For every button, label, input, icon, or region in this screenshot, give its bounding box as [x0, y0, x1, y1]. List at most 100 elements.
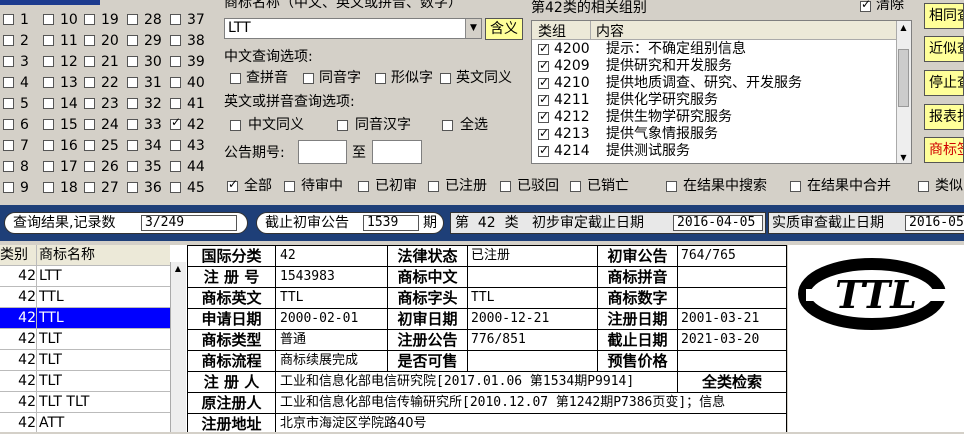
group-checkbox[interactable] [538, 74, 549, 91]
class-checkbox-12[interactable] [43, 56, 54, 67]
result-row[interactable]: 42 LTT [0, 266, 170, 287]
class-checkbox-44[interactable] [170, 161, 181, 172]
class-checkbox-13[interactable] [43, 77, 54, 88]
clear-checkbox[interactable] [860, 0, 871, 12]
class-checkbox-15[interactable] [43, 119, 54, 130]
prelim-cutoff-date: 2016-04-05 [673, 215, 763, 231]
class-checkbox-41[interactable] [170, 98, 181, 109]
class-checkbox-1[interactable] [3, 14, 14, 25]
class-checkbox-28[interactable] [127, 14, 138, 25]
class-checkbox-3[interactable] [3, 56, 14, 67]
issue-from-input[interactable] [298, 140, 347, 164]
class-checkbox-36[interactable] [127, 182, 138, 193]
side-action-button[interactable]: 停止查 [924, 70, 964, 96]
group-checkbox[interactable] [538, 142, 549, 159]
group-checkbox[interactable] [538, 125, 549, 142]
class-checkbox-2[interactable] [3, 35, 14, 46]
class-checkbox-11[interactable] [43, 35, 54, 46]
class-checkbox-23[interactable] [84, 98, 95, 109]
class-checkbox-43[interactable] [170, 140, 181, 151]
status-filter-checkbox[interactable] [428, 181, 439, 192]
dropdown-arrow-icon[interactable]: ▼ [465, 19, 481, 38]
class-checkbox-26[interactable] [84, 161, 95, 172]
class-checkbox-14[interactable] [43, 98, 54, 109]
cn-option-checkbox[interactable] [440, 73, 451, 84]
status-filter-label: 已销亡 [587, 178, 629, 194]
class-checkbox-42[interactable] [170, 115, 181, 130]
class-checkbox-32[interactable] [127, 98, 138, 109]
result-option-label: 类似 [935, 178, 963, 194]
result-list[interactable]: 类别 商标名称 42 LTT 42 TTL 42 TTL 42 TLT 42 TLT 42 TLT 42… [0, 245, 188, 432]
cn-option-checkbox[interactable] [230, 73, 241, 84]
class-checkbox-45[interactable] [170, 182, 181, 193]
status-filter-checkbox[interactable] [284, 181, 295, 192]
class-checkbox-4[interactable] [3, 77, 14, 88]
group-checkbox[interactable] [538, 108, 549, 125]
result-row[interactable]: 42 TLT TLT [0, 392, 170, 413]
trademark-name-input[interactable]: LTT ▼ [224, 18, 482, 39]
status-filter-checkbox[interactable] [227, 177, 238, 192]
group-checkbox[interactable] [538, 91, 549, 108]
cn-option-checkbox[interactable] [375, 73, 386, 84]
class-checkbox-31[interactable] [127, 77, 138, 88]
class-checkbox-30[interactable] [127, 56, 138, 67]
class-checkbox-5[interactable] [3, 98, 14, 109]
class-checkbox-22[interactable] [84, 77, 95, 88]
class-checkbox-7[interactable] [3, 140, 14, 151]
status-filter-checkbox[interactable] [570, 181, 581, 192]
class-checkbox-10[interactable] [43, 14, 54, 25]
class-checkbox-35[interactable] [127, 161, 138, 172]
status-filter-checkbox[interactable] [358, 181, 369, 192]
side-action-button[interactable]: 近似查 [924, 36, 964, 62]
class-checkbox-34[interactable] [127, 140, 138, 151]
result-list-scrollbar[interactable]: ▲ [170, 262, 186, 432]
class-checkbox-24[interactable] [84, 119, 95, 130]
class-checkbox-20[interactable] [84, 35, 95, 46]
class-checkbox-33[interactable] [127, 119, 138, 130]
full-search-button[interactable]: 全类检索 [678, 372, 786, 392]
result-row[interactable]: 42 TLT [0, 371, 170, 392]
class-checkbox-25[interactable] [84, 140, 95, 151]
result-row[interactable]: 42 TLT [0, 350, 170, 371]
class-checkbox-39[interactable] [170, 56, 181, 67]
result-row[interactable]: 42 TTL [0, 308, 170, 329]
issue-to-input[interactable] [372, 140, 422, 164]
scroll-thumb[interactable] [898, 49, 909, 107]
class-checkbox-40[interactable] [170, 77, 181, 88]
scroll-up-icon[interactable]: ▲ [172, 264, 184, 273]
cn-option-checkbox[interactable] [303, 73, 314, 84]
class-checkbox-16[interactable] [43, 140, 54, 151]
class-checkbox-38[interactable] [170, 35, 181, 46]
class-checkbox-19[interactable] [84, 14, 95, 25]
group-checkbox[interactable] [538, 57, 549, 74]
group-list[interactable]: 类组 内容 4200 提示：不确定组别信息 4209 提供研究和开发服务 4210 提供地… [531, 20, 912, 164]
class-checkbox-21[interactable] [84, 56, 95, 67]
class-checkbox-29[interactable] [127, 35, 138, 46]
class-checkbox-18[interactable] [43, 182, 54, 193]
result-row[interactable]: 42 TTL [0, 287, 170, 308]
en-option-checkbox[interactable] [337, 120, 348, 131]
side-action-button[interactable]: 报表打 [924, 104, 964, 130]
meaning-button[interactable]: 含义 [485, 18, 523, 40]
en-option-checkbox[interactable] [442, 120, 453, 131]
class-label: 37 [187, 12, 205, 28]
class-checkbox-8[interactable] [3, 161, 14, 172]
group-list-scrollbar[interactable]: ▲ ▼ [896, 21, 911, 163]
scroll-down-icon[interactable]: ▼ [898, 153, 909, 162]
class-checkbox-9[interactable] [3, 182, 14, 193]
result-row[interactable]: 42 ATT [0, 413, 170, 432]
result-option-checkbox[interactable] [790, 181, 801, 192]
class-checkbox-37[interactable] [170, 14, 181, 25]
en-option-checkbox[interactable] [230, 120, 241, 131]
scroll-up-icon[interactable]: ▲ [898, 23, 909, 32]
result-option-checkbox[interactable] [666, 181, 677, 192]
group-checkbox[interactable] [538, 40, 549, 57]
side-action-button[interactable]: 相同查 [924, 3, 964, 29]
class-checkbox-17[interactable] [43, 161, 54, 172]
class-checkbox-27[interactable] [84, 182, 95, 193]
result-option-checkbox[interactable] [918, 181, 929, 192]
class-checkbox-6[interactable] [3, 119, 14, 130]
status-filter-checkbox[interactable] [500, 181, 511, 192]
result-row[interactable]: 42 TLT [0, 329, 170, 350]
side-action-button[interactable]: 商标签 [924, 137, 964, 163]
